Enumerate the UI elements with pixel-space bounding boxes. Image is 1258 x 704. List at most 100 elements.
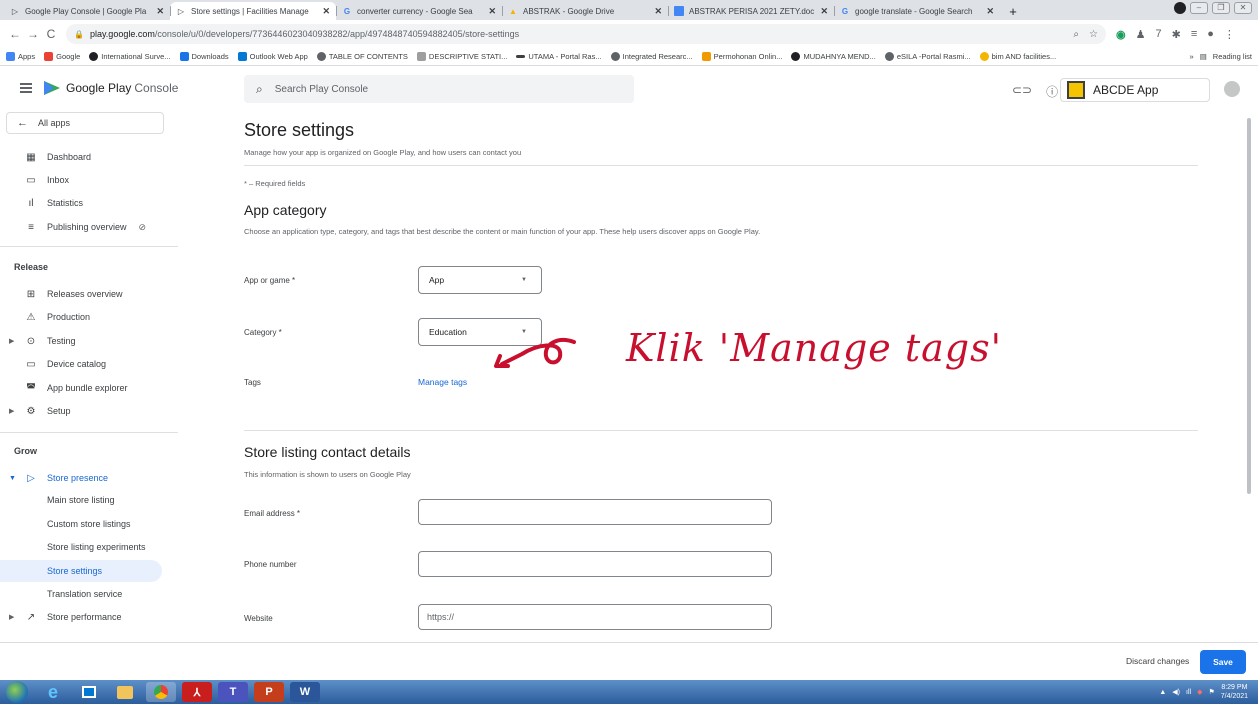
phone-field[interactable] [418, 551, 772, 577]
sidebar-item-app-bundle-explorer[interactable]: ◚ App bundle explorer [0, 377, 162, 399]
teams-icon[interactable]: T [218, 682, 248, 702]
action-bar: Discard changes Save [0, 642, 1258, 680]
profile-dot-icon[interactable] [1174, 2, 1186, 14]
outlook-taskbar-icon[interactable] [74, 682, 104, 702]
acrobat-icon[interactable]: ⅄ [182, 682, 212, 702]
sidebar-item-store-settings[interactable]: Store settings [0, 560, 162, 582]
bookmark-item[interactable]: International Surve... [89, 52, 171, 61]
sidebar-item-store-presence[interactable]: ▼ ▷ Store presence [0, 467, 162, 489]
word-icon[interactable]: W [290, 682, 320, 702]
browser-tab[interactable]: ABSTRAK PERISA 2021 ZETY.doc ✕ [668, 2, 834, 20]
sidebar-item-statistics[interactable]: ıl Statistics [0, 192, 162, 214]
bookmark-item[interactable]: TABLE OF CONTENTS [316, 52, 408, 61]
bookmark-item[interactable]: Downloads [179, 52, 229, 61]
lock-icon[interactable]: 🔒 [74, 30, 84, 39]
flag-icon[interactable]: ⚑ [1208, 688, 1214, 696]
email-field[interactable] [418, 499, 772, 525]
close-window-icon[interactable]: ✕ [1234, 2, 1252, 14]
new-tab-icon[interactable]: + [1004, 2, 1022, 20]
bookmark-item[interactable]: UTAMA - Portal Ras... [516, 52, 602, 61]
powerpoint-icon[interactable]: P [254, 682, 284, 702]
reload-icon[interactable]: C [42, 27, 60, 41]
account-avatar[interactable] [1224, 81, 1240, 97]
sidebar-item-inbox[interactable]: ▭ Inbox [0, 169, 162, 191]
chrome-taskbar-icon[interactable] [146, 682, 176, 702]
bookmark-item[interactable]: Outlook Web App [237, 52, 308, 61]
field-label-tags: Tags [244, 378, 261, 387]
page-scrollbar[interactable] [1247, 118, 1251, 494]
media-icon[interactable]: ≡ [1191, 28, 1197, 40]
browser-tab[interactable]: ▷ Google Play Console | Google Pla ✕ [4, 2, 170, 20]
bookmark-item[interactable]: MUDAHNYA MEND... [791, 52, 876, 61]
close-tab-icon[interactable]: ✕ [986, 6, 994, 17]
reading-list-icon[interactable]: ▤ [1200, 52, 1207, 61]
sidebar-item-store-listing-experiments[interactable]: Store listing experiments [0, 536, 162, 558]
tray-up-arrow-icon[interactable]: ▲ [1159, 689, 1166, 696]
discard-changes-button[interactable]: Discard changes [1126, 656, 1189, 666]
network-icon[interactable]: ıll [1186, 689, 1191, 696]
extension-person-icon[interactable]: ♟ [1136, 28, 1146, 41]
file-explorer-icon[interactable] [110, 682, 140, 702]
close-tab-icon[interactable]: ✕ [654, 6, 662, 17]
close-tab-icon[interactable]: ✕ [820, 6, 828, 17]
bookmark-item[interactable]: Permohonan Onlin... [701, 52, 782, 61]
browser-tab-active[interactable]: ▷ Store settings | Facilities Manage ✕ [170, 2, 336, 20]
more-bookmarks-icon[interactable]: » [1190, 52, 1194, 61]
back-icon[interactable]: ← [6, 27, 24, 41]
bookmark-item[interactable]: eSILA -Portal Rasmi... [884, 52, 971, 61]
bookmark-item[interactable]: Apps [6, 52, 35, 61]
start-button-icon[interactable] [6, 681, 28, 703]
reading-list[interactable]: Reading list [1213, 52, 1252, 61]
website-field[interactable]: https:// [418, 604, 772, 630]
close-tab-icon[interactable]: ✕ [488, 6, 496, 17]
close-tab-icon[interactable]: ✕ [156, 6, 164, 17]
help-icon[interactable]: ⓘ [1046, 83, 1058, 100]
link-icon[interactable]: ⊂⊃ [1012, 83, 1032, 100]
browser-tab[interactable]: ▲ ABSTRAK - Google Drive ✕ [502, 2, 668, 20]
restore-icon[interactable]: ❐ [1212, 2, 1230, 14]
menu-hamburger-icon[interactable] [20, 83, 32, 95]
app-selector[interactable]: ABCDE App [1060, 78, 1210, 102]
sidebar-item-store-performance[interactable]: ▶ ↗ Store performance [0, 606, 162, 628]
sidebar-item-main-store-listing[interactable]: Main store listing [0, 489, 162, 511]
grammarly-icon[interactable]: ◉ [1116, 28, 1126, 41]
sidebar-item-dashboard[interactable]: ▦ Dashboard [0, 146, 162, 168]
publishing-icon: ≡ [28, 221, 34, 233]
form-icon [701, 52, 711, 61]
play-console-logo[interactable]: Google Play Console [44, 81, 178, 95]
extension-seven-icon[interactable]: 7 [1155, 28, 1161, 40]
forward-icon[interactable]: → [24, 27, 42, 41]
sidebar-item-custom-store-listings[interactable]: Custom store listings [0, 513, 162, 535]
sidebar-item-setup[interactable]: ▶ ⚙ Setup [0, 400, 162, 422]
sidebar-item-testing[interactable]: ▶ ⊙ Testing [0, 330, 162, 352]
sidebar-item-publishing-overview[interactable]: ≡ Publishing overview ⊘ [0, 216, 162, 238]
save-button[interactable]: Save [1200, 650, 1246, 674]
address-bar[interactable]: 🔒 play.google.com /console/u/0/developer… [66, 24, 1106, 44]
all-apps-button[interactable]: ← All apps [6, 112, 164, 134]
bookmark-item[interactable]: Integrated Researc... [610, 52, 693, 61]
minimize-icon[interactable]: – [1190, 2, 1208, 14]
bookmark-item[interactable]: bim AND facilities... [979, 52, 1056, 61]
menu-kebab-icon[interactable]: ⋮ [1224, 28, 1235, 41]
bookmark-item[interactable]: Google [44, 52, 80, 61]
sidebar-item-releases-overview[interactable]: ⊞ Releases overview [0, 283, 162, 305]
app-or-game-select[interactable]: App ▼ [418, 266, 542, 294]
internet-explorer-icon[interactable]: e [38, 682, 68, 702]
sidebar-item-device-catalog[interactable]: ▭ Device catalog [0, 353, 162, 375]
antivirus-icon[interactable]: ◆ [1197, 688, 1202, 696]
search-input[interactable]: ⌕ Search Play Console [244, 75, 634, 103]
browser-tab[interactable]: G google translate - Google Search ✕ [834, 2, 1000, 20]
bookmark-item[interactable]: DESCRIPTIVE STATI... [416, 52, 507, 61]
browser-tab[interactable]: G converter currency - Google Sea ✕ [336, 2, 502, 20]
manage-tags-link[interactable]: Manage tags [418, 377, 467, 387]
search-icon[interactable]: ⌕ [1073, 29, 1079, 40]
profile-avatar-icon[interactable]: ● [1207, 28, 1214, 40]
divider [244, 165, 1198, 166]
sidebar-item-production[interactable]: ⚠ Production [0, 306, 162, 328]
close-tab-icon[interactable]: ✕ [322, 6, 330, 17]
volume-icon[interactable]: ◀) [1172, 688, 1180, 696]
sidebar-item-translation-service[interactable]: Translation service [0, 583, 162, 605]
bookmark-star-icon[interactable]: ☆ [1089, 29, 1098, 40]
clock[interactable]: 8:29 PM 7/4/2021 [1221, 683, 1248, 701]
extensions-puzzle-icon[interactable]: ✱ [1172, 28, 1181, 41]
